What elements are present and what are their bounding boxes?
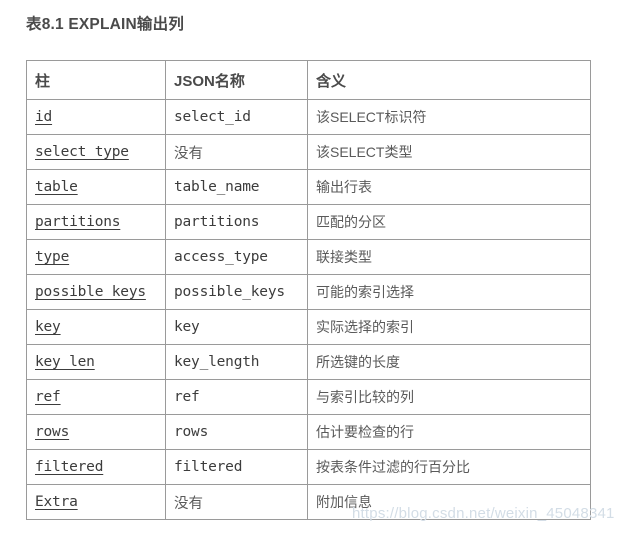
cell-meaning: 该SELECT标识符 xyxy=(307,99,591,135)
cell-meaning: 联接类型 xyxy=(307,239,591,275)
column-name-link[interactable]: possible keys xyxy=(35,284,146,300)
cell-column-name: rows xyxy=(26,414,166,450)
meaning-value: 匹配的分区 xyxy=(316,214,386,230)
table-row: key len key_length 所选键的长度 xyxy=(26,344,591,380)
cell-meaning: 所选键的长度 xyxy=(307,344,591,380)
meaning-value: 该SELECT标识符 xyxy=(316,109,427,125)
meaning-value: 按表条件过滤的行百分比 xyxy=(316,459,470,475)
cell-column-name: key len xyxy=(26,344,166,380)
meaning-value: 实际选择的索引 xyxy=(316,319,414,335)
meaning-value: 估计要检查的行 xyxy=(316,424,414,440)
cell-meaning: 实际选择的索引 xyxy=(307,309,591,345)
cell-json-name: possible_keys xyxy=(165,274,308,310)
table-row: partitions partitions 匹配的分区 xyxy=(26,204,591,240)
column-name-link[interactable]: rows xyxy=(35,424,69,440)
cell-column-name: type xyxy=(26,239,166,275)
cell-json-name: select_id xyxy=(165,99,308,135)
json-name-value: ref xyxy=(174,389,200,405)
cell-meaning: 与索引比较的列 xyxy=(307,379,591,415)
json-name-value: possible_keys xyxy=(174,284,285,300)
json-name-value: select_id xyxy=(174,109,251,125)
json-name-value: 没有 xyxy=(174,145,203,162)
column-name-link[interactable]: ref xyxy=(35,389,61,405)
json-name-value: rows xyxy=(174,424,209,440)
cell-column-name: possible keys xyxy=(26,274,166,310)
cell-meaning: 可能的索引选择 xyxy=(307,274,591,310)
cell-column-name: select type xyxy=(26,134,166,170)
json-name-value: table_name xyxy=(174,179,260,195)
cell-meaning: 附加信息 xyxy=(307,484,591,520)
table-header-row: 柱 JSON名称 含义 xyxy=(26,60,591,100)
cell-meaning: 匹配的分区 xyxy=(307,204,591,240)
table-row: type access_type 联接类型 xyxy=(26,239,591,275)
cell-json-name: 没有 xyxy=(165,484,308,520)
cell-json-name: partitions xyxy=(165,204,308,240)
cell-json-name: 没有 xyxy=(165,134,308,170)
cell-column-name: table xyxy=(26,169,166,205)
meaning-value: 附加信息 xyxy=(316,494,372,510)
cell-meaning: 输出行表 xyxy=(307,169,591,205)
cell-column-name: ref xyxy=(26,379,166,415)
column-header-meaning: 含义 xyxy=(307,60,591,100)
column-name-link[interactable]: key len xyxy=(35,354,95,370)
cell-column-name: key xyxy=(26,309,166,345)
json-name-value: partitions xyxy=(174,214,260,230)
json-name-value: 没有 xyxy=(174,495,203,512)
json-name-value: filtered xyxy=(174,459,243,475)
table-row: possible keys possible_keys 可能的索引选择 xyxy=(26,274,591,310)
meaning-value: 联接类型 xyxy=(316,249,372,265)
column-name-link[interactable]: type xyxy=(35,249,69,265)
table-row: ref ref 与索引比较的列 xyxy=(26,379,591,415)
cell-json-name: key_length xyxy=(165,344,308,380)
column-header-json-name: JSON名称 xyxy=(165,60,308,100)
page-title: 表8.1 EXPLAIN输出列 xyxy=(26,16,185,33)
cell-json-name: filtered xyxy=(165,449,308,485)
table-body: id select_id 该SELECT标识符 select type 没有 该SELEC… xyxy=(26,99,591,520)
cell-meaning: 估计要检查的行 xyxy=(307,414,591,450)
column-header-column: 柱 xyxy=(26,60,166,100)
meaning-value: 可能的索引选择 xyxy=(316,284,414,300)
cell-meaning: 按表条件过滤的行百分比 xyxy=(307,449,591,485)
table-row: filtered filtered 按表条件过滤的行百分比 xyxy=(26,449,591,485)
cell-column-name: Extra xyxy=(26,484,166,520)
meaning-value: 所选键的长度 xyxy=(316,354,400,370)
json-name-value: key xyxy=(174,319,200,335)
meaning-value: 该SELECT类型 xyxy=(316,144,413,160)
cell-json-name: ref xyxy=(165,379,308,415)
table-row: key key 实际选择的索引 xyxy=(26,309,591,345)
cell-json-name: rows xyxy=(165,414,308,450)
cell-json-name: access_type xyxy=(165,239,308,275)
cell-column-name: id xyxy=(26,99,166,135)
cell-meaning: 该SELECT类型 xyxy=(307,134,591,170)
table-row: table table_name 输出行表 xyxy=(26,169,591,205)
column-name-link[interactable]: key xyxy=(35,319,61,335)
meaning-value: 与索引比较的列 xyxy=(316,389,414,405)
column-name-link[interactable]: partitions xyxy=(35,214,121,230)
cell-column-name: filtered xyxy=(26,449,166,485)
json-name-value: key_length xyxy=(174,354,260,370)
table-row: select type 没有 该SELECT类型 xyxy=(26,134,591,170)
table-row: id select_id 该SELECT标识符 xyxy=(26,99,591,135)
table-row: Extra 没有 附加信息 xyxy=(26,484,591,520)
column-name-link[interactable]: id xyxy=(35,109,52,125)
cell-column-name: partitions xyxy=(26,204,166,240)
table-row: rows rows 估计要检查的行 xyxy=(26,414,591,450)
column-name-link[interactable]: filtered xyxy=(35,459,103,475)
explain-output-table: 柱 JSON名称 含义 id select_id 该SELECT标识符 select … xyxy=(26,60,591,520)
cell-json-name: key xyxy=(165,309,308,345)
column-name-link[interactable]: select type xyxy=(35,144,129,160)
column-name-link[interactable]: table xyxy=(35,179,78,195)
column-name-link[interactable]: Extra xyxy=(35,494,78,510)
meaning-value: 输出行表 xyxy=(316,179,372,195)
json-name-value: access_type xyxy=(174,249,268,265)
cell-json-name: table_name xyxy=(165,169,308,205)
